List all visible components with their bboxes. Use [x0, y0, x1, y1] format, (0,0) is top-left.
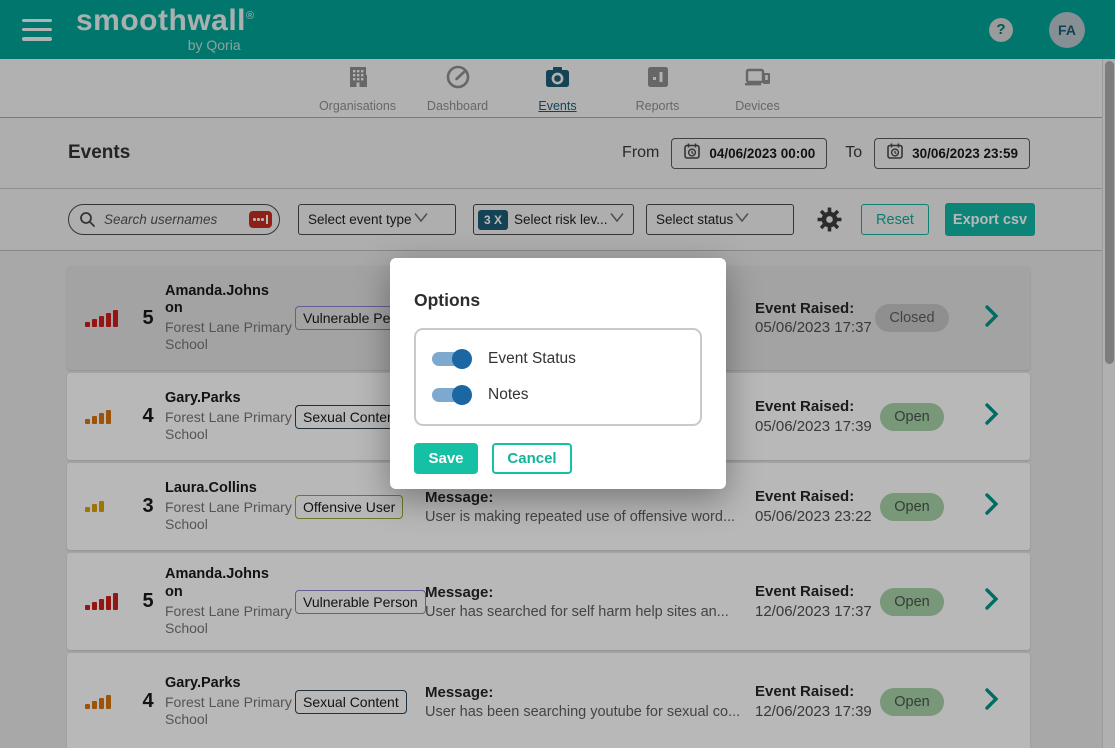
event-status-toggle[interactable]	[432, 349, 472, 369]
modal-title: Options	[414, 290, 702, 311]
save-button[interactable]: Save	[414, 443, 478, 474]
cancel-button[interactable]: Cancel	[492, 443, 572, 474]
options-modal: Options Event Status Notes Save Cancel	[390, 258, 726, 489]
notes-toggle-row: Notes	[432, 377, 684, 413]
toggle-group: Event Status Notes	[414, 328, 702, 426]
notes-toggle[interactable]	[432, 385, 472, 405]
toggle-label: Notes	[488, 386, 529, 404]
toggle-label: Event Status	[488, 350, 576, 368]
event-status-toggle-row: Event Status	[432, 341, 684, 377]
